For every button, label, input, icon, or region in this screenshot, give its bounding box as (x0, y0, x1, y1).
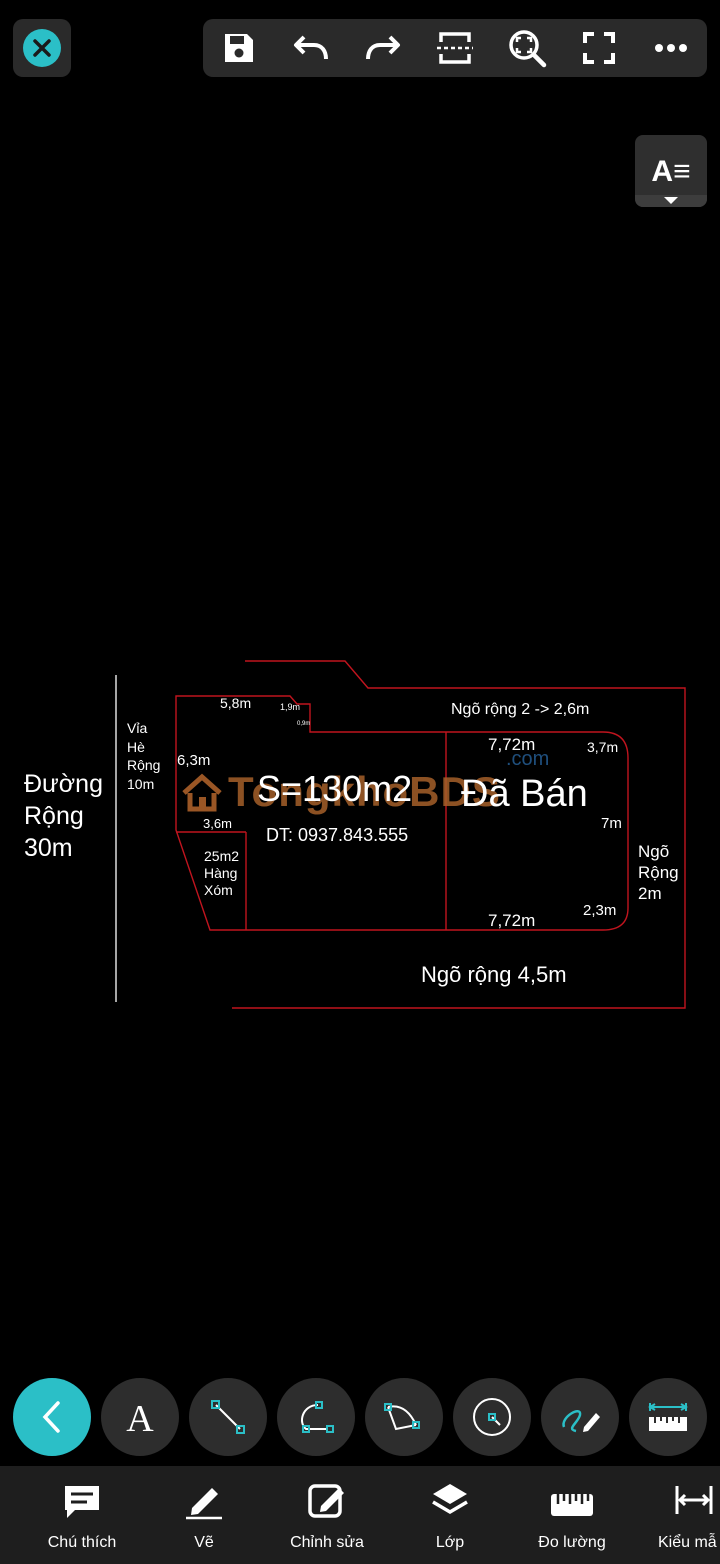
line-tool-button[interactable] (189, 1378, 267, 1456)
dim-label: 1,9m (280, 702, 301, 712)
save-button[interactable] (215, 24, 263, 72)
polyline-tool-button[interactable] (277, 1378, 355, 1456)
layers-icon (432, 1484, 468, 1515)
dim-label: 6,3m (177, 752, 211, 769)
chevron-down-icon (635, 195, 707, 207)
nav-label: Vẽ (194, 1534, 214, 1551)
nav-edit[interactable]: Chỉnh sửa (272, 1466, 382, 1564)
pencil-icon (186, 1488, 222, 1520)
phone-label: DT: 0937.843.555 (266, 825, 409, 845)
scan-icon (437, 32, 473, 64)
nav-draw[interactable]: Vẽ (164, 1466, 244, 1564)
text-icon: A (126, 1398, 154, 1437)
more-icon (655, 44, 687, 52)
save-icon (225, 34, 253, 62)
neighbor-label: 25m2 Hàng Xóm (204, 848, 240, 898)
dimension-style-icon (675, 1486, 713, 1514)
drawing-tools: A (0, 1378, 720, 1458)
more-button[interactable] (647, 24, 695, 72)
nav-label: Đo lường (538, 1534, 606, 1551)
bottom-navigation: Chú thích Vẽ Chỉnh sửa Lớp Đo lường Kiểu… (0, 1466, 720, 1564)
redo-button[interactable] (359, 24, 407, 72)
nav-label: Chỉnh sửa (290, 1534, 364, 1551)
line-icon (211, 1400, 245, 1434)
nav-label: Chú thích (47, 1534, 117, 1551)
area-label: S=130m2 (257, 768, 413, 809)
dim-label: 7,72m (488, 735, 536, 754)
dim-label: 7,72m (488, 911, 536, 930)
nav-layers[interactable]: Lớp (410, 1466, 490, 1564)
text-style-label: A≡ (651, 155, 691, 188)
undo-icon (294, 35, 328, 60)
dim-label: 3,7m (587, 739, 619, 755)
dim-label: 2,3m (583, 902, 617, 919)
road-main-label: Đường Rộng 30m (24, 770, 103, 862)
svg-text:A: A (126, 1398, 154, 1437)
scan-button[interactable] (431, 24, 479, 72)
zoom-extents-icon (509, 30, 547, 68)
circle-tool-button[interactable] (453, 1378, 531, 1456)
fullscreen-icon (583, 32, 615, 64)
back-icon (42, 1401, 60, 1433)
text-style-button[interactable]: A≡ (635, 135, 707, 207)
nav-annotation[interactable]: Chú thích (32, 1466, 132, 1564)
alley-bottom-label: Ngõ rộng 4,5m (421, 962, 567, 987)
sold-label: Đã Bán (461, 773, 588, 815)
alley-top-label: Ngõ rộng 2 -> 2,6m (451, 701, 590, 718)
arc-tool-button[interactable] (365, 1378, 443, 1456)
fullscreen-button[interactable] (575, 24, 623, 72)
back-button[interactable] (13, 1378, 91, 1456)
sidewalk-label: Vỉa Hè Rộng 10m (127, 720, 161, 792)
drawing-canvas[interactable]: TongkhoBDS .com Đường Rộng 30m Vỉa Hè Rộ… (0, 640, 720, 1040)
freehand-tool-button[interactable] (541, 1378, 619, 1456)
close-icon (23, 29, 61, 67)
freehand-icon (562, 1410, 600, 1433)
ruler-icon (648, 1403, 688, 1431)
text-tool-button[interactable]: A (101, 1378, 179, 1456)
nav-label: Lớp (435, 1534, 465, 1551)
polyline-icon (301, 1401, 334, 1433)
redo-icon (366, 35, 400, 60)
ruler-tool-button[interactable] (629, 1378, 707, 1456)
edit-icon (308, 1484, 344, 1518)
close-button[interactable] (13, 19, 71, 77)
dim-label: 3,6m (203, 816, 232, 831)
comment-icon (65, 1486, 99, 1518)
nav-measure[interactable]: Đo lường (522, 1466, 622, 1564)
nav-label: Kiểu mẫ (658, 1534, 717, 1551)
dim-label: 7m (601, 815, 622, 832)
nav-dimension-style[interactable]: Kiểu mẫ (652, 1466, 720, 1564)
measure-icon (551, 1494, 593, 1516)
dim-label: 5,8m (220, 695, 252, 711)
top-toolbar (203, 19, 707, 77)
circle-icon (473, 1398, 511, 1436)
house-logo-icon (182, 773, 222, 812)
zoom-extents-button[interactable] (503, 24, 551, 72)
undo-button[interactable] (287, 24, 335, 72)
dim-label: 0,9m (297, 721, 311, 727)
arc-icon (384, 1403, 420, 1431)
alley-right-label: Ngõ Rộng 2m (638, 842, 679, 903)
